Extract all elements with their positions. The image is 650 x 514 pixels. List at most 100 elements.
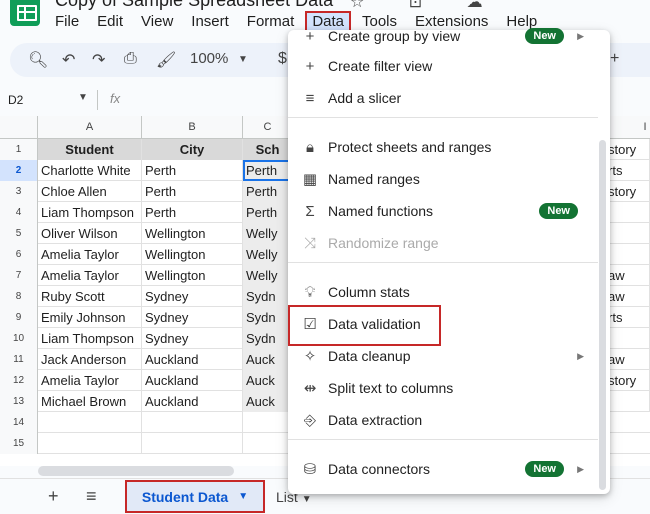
cell-school[interactable]: Auck [243, 349, 293, 370]
move-icon[interactable]: ⊡ [409, 0, 422, 11]
cell[interactable]: aw [605, 286, 650, 307]
cell[interactable]: story [605, 181, 650, 202]
menu-item-data-connectors[interactable]: ⛁ Data connectors New ▶ [288, 455, 598, 483]
cell-school[interactable]: Sydn [243, 286, 293, 307]
row-header[interactable]: 10 [0, 328, 38, 349]
cell-city[interactable]: Perth [142, 181, 243, 202]
cell-student[interactable]: Liam Thompson [38, 328, 142, 349]
sheet-tab-student-data[interactable]: Student Data ▼ [125, 480, 265, 513]
header-cell-student[interactable]: Student [38, 139, 142, 160]
cell-city[interactable]: Auckland [142, 370, 243, 391]
cell[interactable] [605, 244, 650, 265]
row-header[interactable]: 2 [0, 160, 38, 181]
cell[interactable] [243, 433, 293, 454]
cell-school[interactable]: Auck [243, 370, 293, 391]
menu-item-named-functions[interactable]: Σ Named functions New [288, 197, 598, 225]
cell-city[interactable]: Sydney [142, 328, 243, 349]
cell-school[interactable]: Perth [243, 202, 293, 223]
cell[interactable] [605, 391, 650, 412]
chevron-down-icon[interactable]: ▼ [238, 491, 248, 502]
row-header[interactable]: 13 [0, 391, 38, 412]
column-header-b[interactable]: B [142, 116, 243, 139]
redo-icon[interactable]: ↷ [92, 50, 105, 70]
row-header[interactable]: 5 [0, 223, 38, 244]
cell-student[interactable]: Amelia Taylor [38, 370, 142, 391]
add-sheet-icon[interactable]: + [48, 486, 59, 507]
font-size-increase-icon[interactable]: + [610, 50, 619, 68]
cell-city[interactable]: Wellington [142, 265, 243, 286]
document-title[interactable]: Copy of Sample Spreadsheet Data [55, 0, 333, 11]
menu-item-add-a-slicer[interactable]: ≡ Add a slicer [288, 84, 598, 112]
cell-school[interactable]: Sydn [243, 328, 293, 349]
cell-student[interactable]: Emily Johnson [38, 307, 142, 328]
cell[interactable]: story [605, 370, 650, 391]
menu-item-create-filter-view[interactable]: + Create filter view [288, 52, 598, 80]
zoom-select[interactable]: 100% [190, 50, 228, 67]
name-box[interactable]: D2 [8, 93, 23, 107]
cell[interactable] [38, 433, 142, 454]
select-all-corner[interactable] [0, 116, 38, 139]
row-header[interactable]: 14 [0, 412, 38, 433]
menu-item-create-group-by-view[interactable]: + Create group by view New ▶ [288, 22, 598, 50]
cell-student[interactable]: Ruby Scott [38, 286, 142, 307]
cell-school[interactable]: Sydn [243, 307, 293, 328]
paint-format-icon[interactable]: 🖌︎ [156, 50, 176, 70]
menu-view[interactable]: View [132, 11, 182, 33]
cell[interactable]: rts [605, 160, 650, 181]
cell-student[interactable]: Amelia Taylor [38, 265, 142, 286]
menu-insert[interactable]: Insert [182, 11, 238, 33]
menu-edit[interactable]: Edit [88, 11, 132, 33]
cloud-icon[interactable]: ☁ [467, 0, 483, 11]
row-header[interactable]: 15 [0, 433, 38, 454]
cell-city[interactable]: Auckland [142, 391, 243, 412]
cell[interactable] [605, 223, 650, 244]
cell[interactable] [243, 412, 293, 433]
column-header-a[interactable]: A [38, 116, 142, 139]
row-header[interactable]: 11 [0, 349, 38, 370]
cell-school[interactable]: Welly [243, 223, 293, 244]
cell-city[interactable]: Sydney [142, 286, 243, 307]
header-cell-city[interactable]: City [142, 139, 243, 160]
cell-student[interactable]: Chloe Allen [38, 181, 142, 202]
cell-student[interactable]: Amelia Taylor [38, 244, 142, 265]
row-header[interactable]: 6 [0, 244, 38, 265]
cell[interactable] [605, 202, 650, 223]
row-header[interactable]: 12 [0, 370, 38, 391]
menu-item-column-stats[interactable]: 💡︎ Column stats [288, 278, 598, 306]
cell[interactable]: aw [605, 265, 650, 286]
menu-scrollbar[interactable] [599, 140, 606, 490]
cell-school[interactable]: Auck [243, 391, 293, 412]
column-header-c[interactable]: C [243, 116, 293, 139]
row-header[interactable]: 8 [0, 286, 38, 307]
horizontal-scrollbar[interactable] [38, 466, 234, 476]
header-cell-school[interactable]: Sch [243, 139, 293, 160]
menu-item-protect-sheets-and-ranges[interactable]: 🔒︎ Protect sheets and ranges [288, 133, 598, 161]
row-header[interactable]: 7 [0, 265, 38, 286]
menu-item-data-cleanup[interactable]: ✧ Data cleanup ▶ [288, 342, 598, 370]
cell-school[interactable]: Welly [243, 265, 293, 286]
row-header[interactable]: 1 [0, 139, 38, 160]
undo-icon[interactable]: ↶ [62, 50, 75, 70]
row-header[interactable]: 3 [0, 181, 38, 202]
star-icon[interactable]: ☆ [350, 0, 364, 11]
cell-city[interactable]: Perth [142, 160, 243, 181]
row-header[interactable]: 9 [0, 307, 38, 328]
cell-student[interactable]: Charlotte White [38, 160, 142, 181]
cell-school[interactable]: Perth [243, 160, 293, 181]
menu-item-data-extraction[interactable]: ⎆ Data extraction [288, 406, 598, 434]
cell-city[interactable]: Perth [142, 202, 243, 223]
cell-student[interactable]: Michael Brown [38, 391, 142, 412]
all-sheets-icon[interactable]: ≡ [86, 486, 97, 507]
cell[interactable]: story [605, 139, 650, 160]
chevron-down-icon[interactable]: ▼ [302, 494, 312, 505]
cell-student[interactable]: Liam Thompson [38, 202, 142, 223]
cell-school[interactable]: Welly [243, 244, 293, 265]
cell[interactable] [605, 328, 650, 349]
cell-city[interactable]: Wellington [142, 244, 243, 265]
chevron-down-icon[interactable]: ▼ [238, 54, 248, 65]
currency-button[interactable]: $ [278, 50, 287, 68]
cell-school[interactable]: Perth [243, 181, 293, 202]
column-header-i[interactable]: I [640, 116, 650, 139]
cell-city[interactable]: Wellington [142, 223, 243, 244]
cell[interactable] [142, 412, 243, 433]
